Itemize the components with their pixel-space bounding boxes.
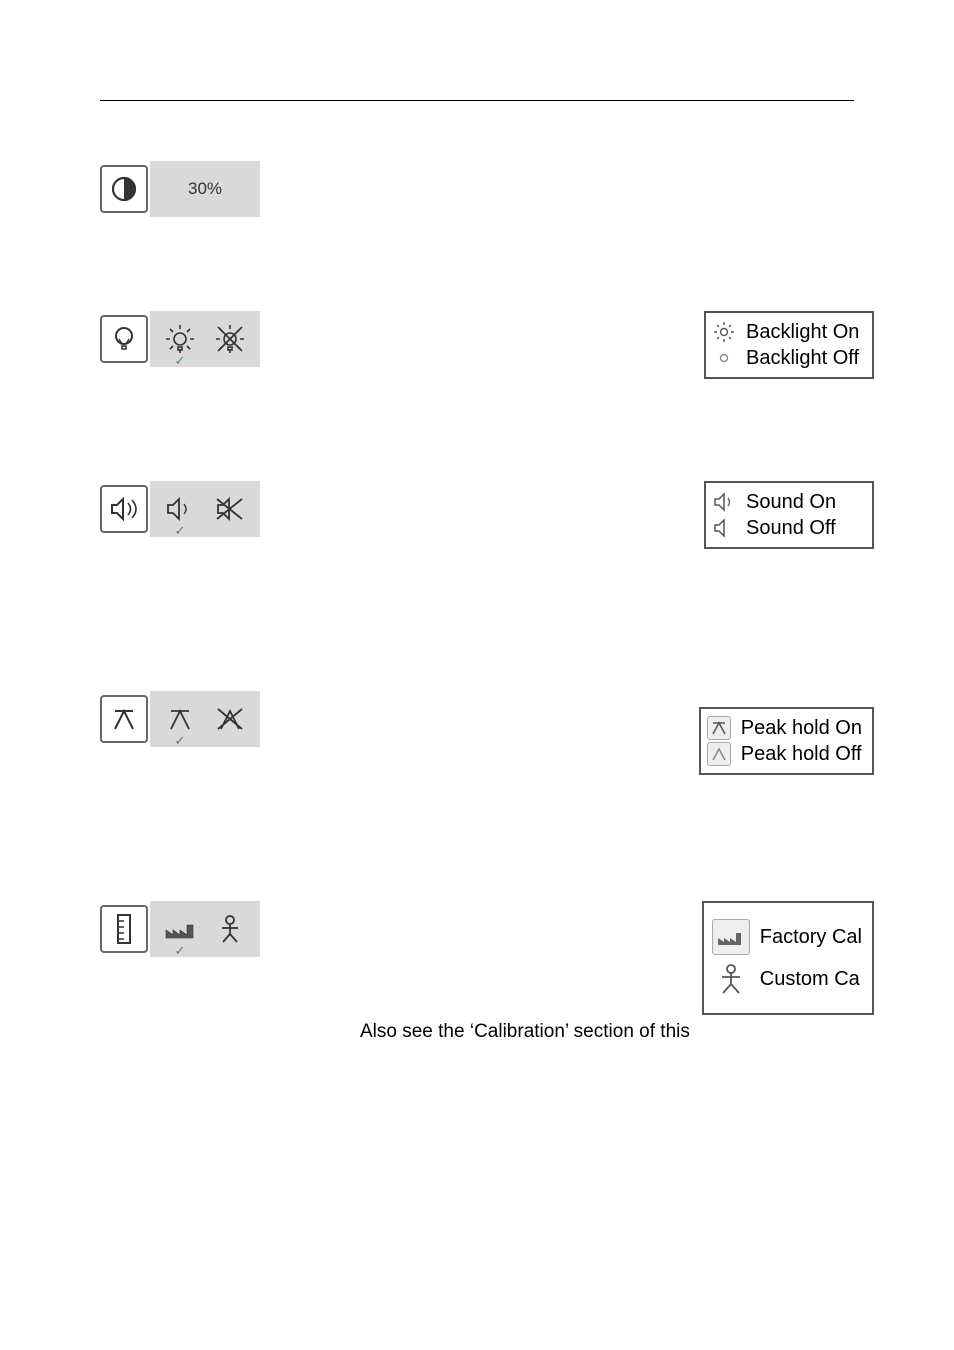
legend-row-cal-custom: Custom Ca: [712, 961, 862, 997]
factory-legend-icon: [712, 919, 750, 955]
peak-on-legend-icon: [707, 716, 731, 740]
sound-off-legend-icon: [712, 516, 736, 540]
cal-icon-box: [100, 905, 148, 953]
legend-label: Backlight Off: [746, 345, 859, 371]
calibration-note: Also see the ‘Calibration’ section of th…: [360, 1021, 854, 1043]
legend-row-sound-on: Sound On: [712, 489, 862, 515]
backlight-option-off: [212, 321, 248, 357]
person-legend-icon: [712, 961, 750, 997]
sound-options: ✓: [150, 481, 260, 537]
peak-options: ✓: [150, 691, 260, 747]
peak-option-off: [212, 701, 248, 737]
check-icon: ✓: [175, 354, 186, 367]
person-icon: [219, 914, 241, 944]
legend-peak-hold: Peak hold On Peak hold Off: [699, 707, 874, 775]
factory-icon: [164, 918, 196, 940]
legend-row-peak-on: Peak hold On: [707, 715, 862, 741]
speaker-off-icon: [215, 496, 245, 522]
check-icon: ✓: [175, 944, 186, 957]
legend-row-cal-factory: Factory Cal: [712, 919, 862, 955]
menu-item-sound: ✓: [100, 481, 260, 537]
check-icon: ✓: [175, 734, 186, 747]
row-sound: ✓: [100, 481, 854, 561]
backlight-options: ✓: [150, 311, 260, 367]
bulb-on-icon: [163, 322, 197, 356]
speaker-on-icon: [165, 496, 195, 522]
row-peak-hold: ✓: [100, 691, 854, 771]
bulb-off-icon: [213, 322, 247, 356]
peak-option-on: ✓: [162, 701, 198, 737]
legend-label: Factory Cal: [760, 924, 862, 950]
peak-icon-box: [100, 695, 148, 743]
backlight-option-on: ✓: [162, 321, 198, 357]
legend-row-peak-off: Peak hold Off: [707, 741, 862, 767]
row-backlight: ✓: [100, 311, 854, 391]
legend-label: Sound On: [746, 489, 836, 515]
legend-sound: Sound On Sound Off: [704, 481, 874, 549]
menu-item-calibration: ✓: [100, 901, 260, 957]
peak-on-icon: [167, 705, 193, 733]
legend-row-backlight-off: Backlight Off: [712, 345, 862, 371]
bulb-icon: [111, 324, 137, 354]
peak-icon: [111, 705, 137, 733]
scale-icon: [114, 913, 134, 945]
legend-label: Peak hold On: [741, 715, 862, 741]
contrast-icon: [109, 174, 139, 204]
legend-backlight: Backlight On Backlight Off: [704, 311, 874, 379]
menu-item-contrast: 30%: [100, 161, 260, 217]
sound-on-legend-icon: [712, 490, 736, 514]
row-contrast: 30%: [100, 161, 854, 241]
legend-label: Custom Ca: [760, 966, 860, 992]
menu-item-backlight: ✓: [100, 311, 260, 367]
peak-off-icon: [215, 705, 245, 733]
check-icon: ✓: [175, 524, 186, 537]
row-calibration: ✓: [100, 901, 854, 981]
legend-label: Sound Off: [746, 515, 836, 541]
header-rule: [100, 100, 854, 101]
backlight-off-legend-icon: [712, 346, 736, 370]
backlight-on-legend-icon: [712, 320, 736, 344]
contrast-value: 30%: [188, 179, 222, 199]
cal-options: ✓: [150, 901, 260, 957]
sound-icon-box: [100, 485, 148, 533]
legend-row-backlight-on: Backlight On: [712, 319, 862, 345]
legend-label: Peak hold Off: [741, 741, 862, 767]
cal-option-custom: [212, 911, 248, 947]
sound-option-on: ✓: [162, 491, 198, 527]
peak-off-legend-icon: [707, 742, 731, 766]
menu-item-peak-hold: ✓: [100, 691, 260, 747]
backlight-icon-box: [100, 315, 148, 363]
contrast-value-box: 30%: [150, 161, 260, 217]
legend-row-sound-off: Sound Off: [712, 515, 862, 541]
speaker-icon: [109, 496, 139, 522]
cal-option-factory: ✓: [162, 911, 198, 947]
sound-option-off: [212, 491, 248, 527]
legend-label: Backlight On: [746, 319, 859, 345]
contrast-icon-box: [100, 165, 148, 213]
page: 30%: [0, 0, 954, 1350]
legend-calibration: Factory Cal Custom Ca: [702, 901, 874, 1015]
